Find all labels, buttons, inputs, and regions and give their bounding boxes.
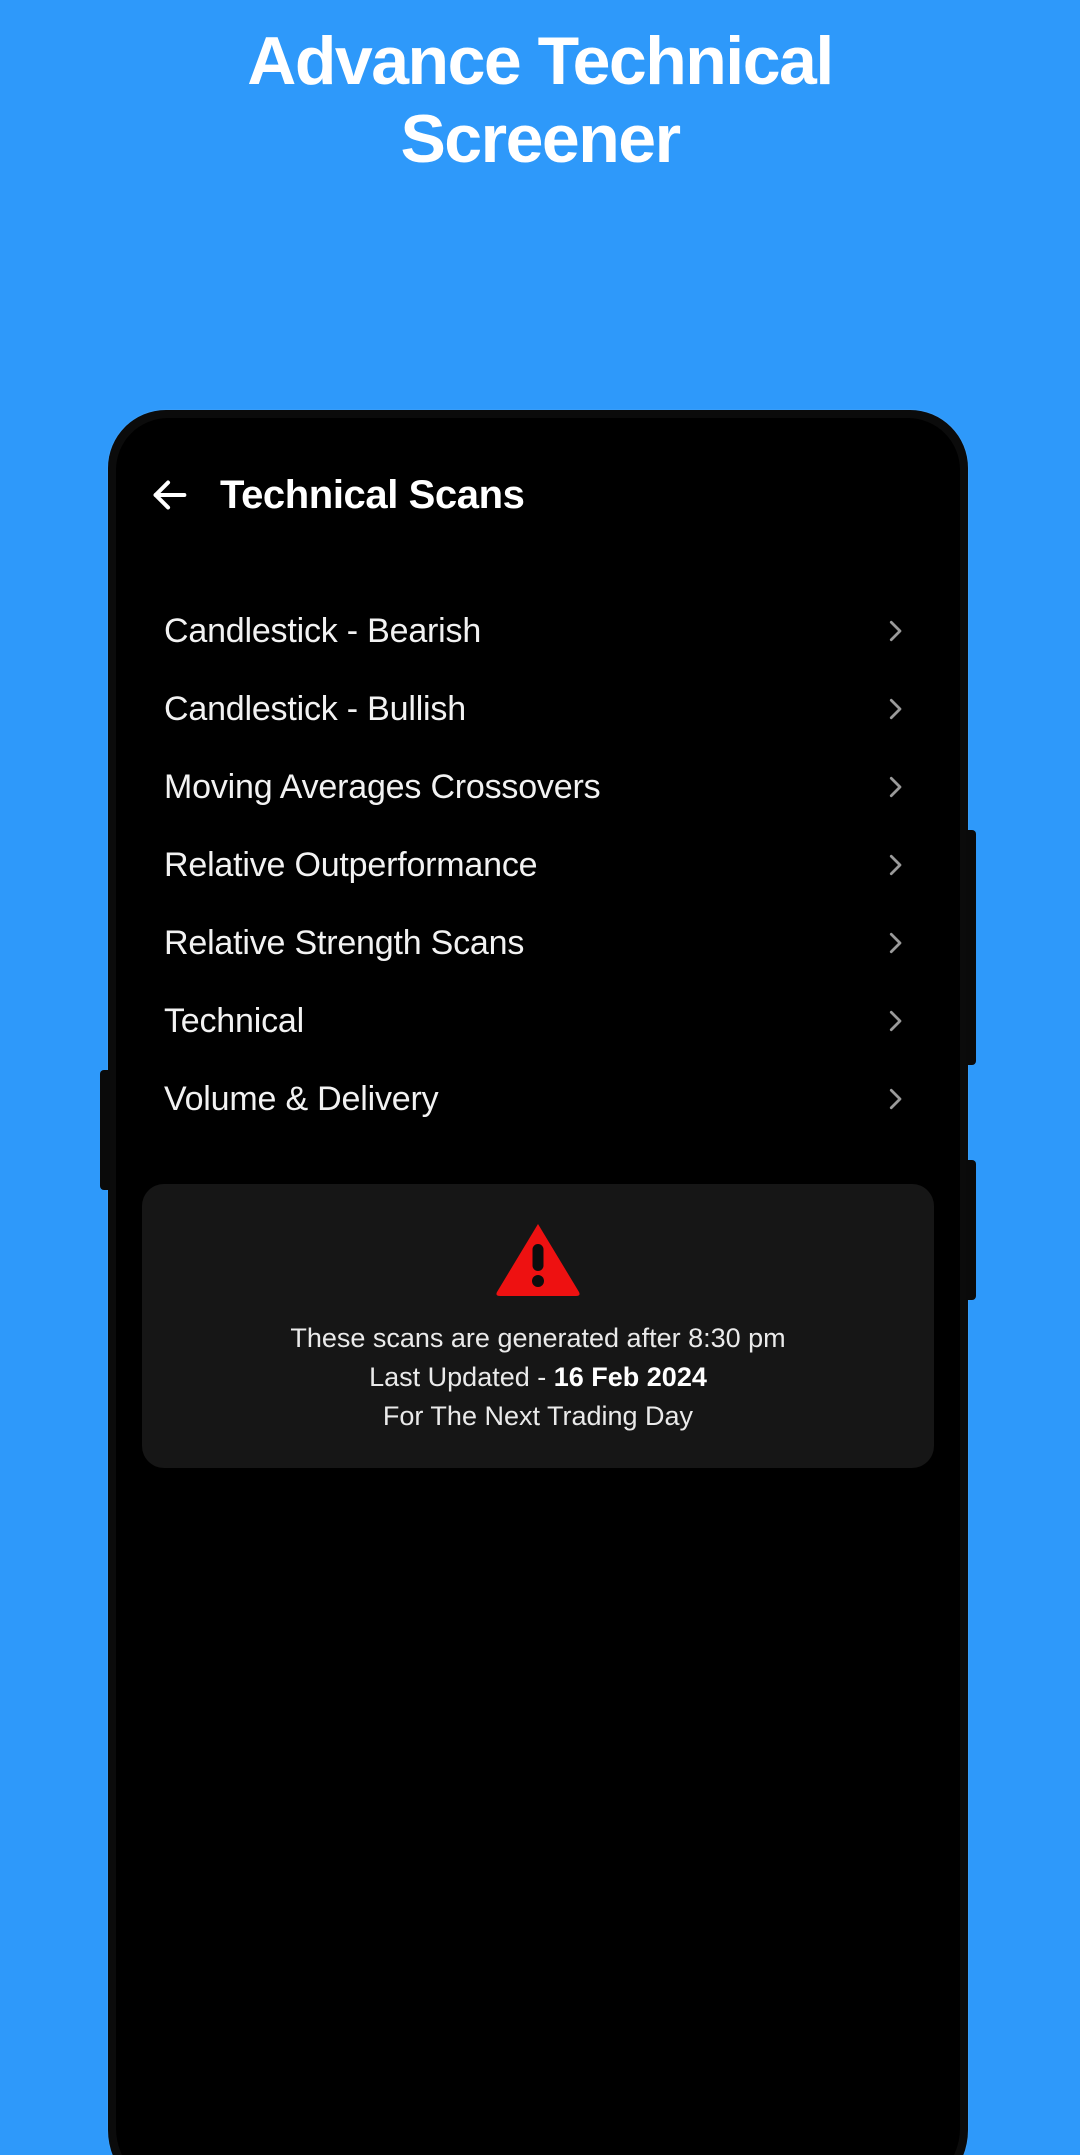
phone-mockup: Technical Scans Candlestick - Bearish Ca… bbox=[100, 410, 976, 2155]
chevron-right-icon bbox=[880, 1006, 910, 1036]
chevron-right-icon bbox=[880, 928, 910, 958]
notice-last-updated-date: 16 Feb 2024 bbox=[553, 1362, 707, 1393]
phone-left-side-button bbox=[100, 1070, 110, 1190]
scan-row-candlestick-bullish[interactable]: Candlestick - Bullish bbox=[140, 670, 936, 748]
scan-row-label: Candlestick - Bearish bbox=[164, 611, 482, 650]
scan-row-relative-outperformance[interactable]: Relative Outperformance bbox=[140, 826, 936, 904]
scan-row-label: Relative Strength Scans bbox=[164, 923, 525, 962]
promo-headline: Advance Technical Screener bbox=[247, 23, 834, 178]
scan-row-label: Moving Averages Crossovers bbox=[164, 767, 601, 806]
scan-notice-card: These scans are generated after 8:30 pm … bbox=[142, 1184, 934, 1469]
notice-line-schedule: These scans are generated after 8:30 pm bbox=[290, 1323, 786, 1353]
chevron-right-icon bbox=[880, 1084, 910, 1114]
scan-row-label: Technical bbox=[164, 1001, 304, 1040]
scan-row-volume-and-delivery[interactable]: Volume & Delivery bbox=[140, 1060, 936, 1138]
back-button[interactable] bbox=[132, 458, 206, 532]
phone-volume-button bbox=[966, 830, 976, 1065]
chevron-right-icon bbox=[880, 616, 910, 646]
app-bar: Technical Scans bbox=[116, 440, 960, 550]
notice-last-updated-prefix: Last Updated - bbox=[369, 1362, 554, 1393]
chevron-right-icon bbox=[880, 694, 910, 724]
page-title: Technical Scans bbox=[220, 472, 525, 517]
phone-power-button bbox=[966, 1160, 976, 1300]
scan-row-label: Volume & Delivery bbox=[164, 1079, 439, 1118]
phone-screen: Technical Scans Candlestick - Bearish Ca… bbox=[116, 418, 960, 2155]
notice-line-last-updated: Last Updated - 16 Feb 2024 bbox=[166, 1360, 910, 1395]
scan-row-relative-strength-scans[interactable]: Relative Strength Scans bbox=[140, 904, 936, 982]
chevron-right-icon bbox=[880, 772, 910, 802]
scan-row-technical[interactable]: Technical bbox=[140, 982, 936, 1060]
scan-row-candlestick-bearish[interactable]: Candlestick - Bearish bbox=[140, 592, 936, 670]
scan-row-label: Relative Outperformance bbox=[164, 845, 538, 884]
notice-line-next-trading-day: For The Next Trading Day bbox=[382, 1401, 694, 1432]
scan-category-list: Candlestick - Bearish Candlestick - Bull… bbox=[116, 592, 960, 1138]
warning-triangle-icon bbox=[166, 1220, 910, 1303]
chevron-right-icon bbox=[880, 850, 910, 880]
scan-row-label: Candlestick - Bullish bbox=[164, 689, 466, 728]
arrow-left-icon bbox=[146, 472, 192, 518]
scan-row-moving-averages-crossovers[interactable]: Moving Averages Crossovers bbox=[140, 748, 936, 826]
